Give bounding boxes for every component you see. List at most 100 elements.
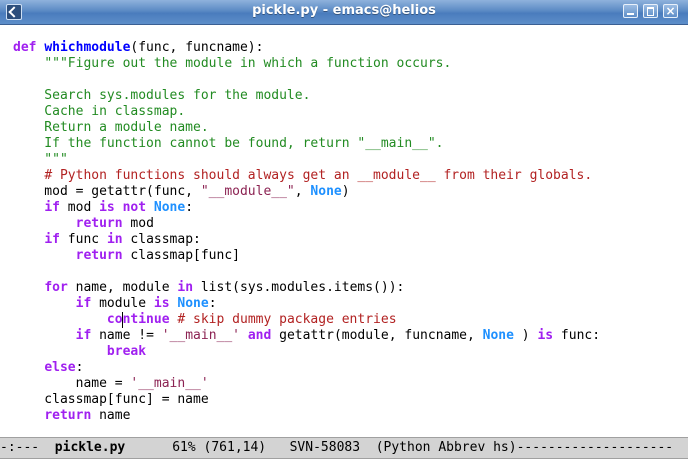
code-token: def	[13, 40, 45, 55]
code-token: None	[482, 328, 514, 343]
code-token: name =	[13, 376, 131, 391]
code-line[interactable]: if module is None:	[13, 296, 600, 312]
code-token: If the function cannot be found, return …	[13, 136, 444, 151]
code-token: :	[208, 296, 217, 311]
code-token: '__main__'	[161, 328, 241, 343]
code-token: is	[537, 328, 554, 343]
code-line[interactable]: return name	[13, 408, 600, 424]
code-token: in	[177, 280, 194, 295]
code-token: (func, funcname):	[130, 40, 264, 55]
code-line[interactable]: If the function cannot be found, return …	[13, 136, 600, 152]
code-line[interactable]: return mod	[13, 216, 600, 232]
code-line[interactable]: name = '__main__'	[13, 376, 600, 392]
code-token: module	[91, 296, 154, 311]
code-token: else	[44, 360, 76, 375]
modeline-fill: --------------------	[516, 440, 674, 455]
code-line[interactable]: def whichmodule(func, funcname):	[13, 40, 600, 56]
code-token: if	[44, 232, 60, 247]
code-line[interactable]: for name, module in list(sys.modules.ite…	[13, 280, 600, 296]
code-token: Return a module name.	[13, 120, 209, 135]
code-line[interactable]: return classmap[func]	[13, 248, 600, 264]
modeline-position: 61% (761,14) SVN-58083 (Python Abbrev hs…	[125, 440, 517, 455]
maximize-icon[interactable]	[643, 4, 658, 18]
code-token: ntinue	[122, 312, 170, 327]
code-token: :	[185, 200, 194, 215]
code-token: return	[75, 248, 123, 263]
code-line[interactable]: classmap[func] = name	[13, 392, 600, 408]
editor-buffer[interactable]: def whichmodule(func, funcname): """Figu…	[0, 25, 688, 435]
code-token: if	[75, 328, 92, 343]
code-token: for	[44, 280, 68, 295]
code-token: :	[75, 360, 84, 375]
code-line[interactable]: Cache in classmap.	[13, 104, 600, 120]
code-token: list(sys.modules.items()):	[193, 280, 405, 295]
code-token: ,	[294, 184, 311, 199]
code-token: is	[153, 296, 170, 311]
emacs-window: pickle.py - emacs@helios × def whichmodu…	[0, 0, 688, 475]
title-bar[interactable]: pickle.py - emacs@helios ×	[0, 0, 688, 25]
code-token: """Figure out the module in which a func…	[44, 56, 452, 71]
code-token: is not	[99, 200, 147, 215]
code-token: # skip dummy package entries	[177, 312, 397, 327]
code-line[interactable]: if func in classmap:	[13, 232, 600, 248]
code-line[interactable]: else:	[13, 360, 600, 376]
code-token: name	[91, 408, 131, 423]
code-line[interactable]: """	[13, 152, 600, 168]
code-line[interactable]: mod = getattr(func, "__module__", None)	[13, 184, 600, 200]
code-token: mod	[59, 200, 100, 215]
minimize-icon[interactable]	[623, 4, 638, 18]
code-token: mod	[122, 216, 154, 231]
code-line[interactable]	[13, 264, 600, 280]
close-icon[interactable]: ×	[663, 4, 678, 18]
code-token: name !=	[91, 328, 162, 343]
code-token: None	[177, 296, 209, 311]
code-line[interactable]: if mod is not None:	[13, 200, 600, 216]
code-line[interactable]: if name != '__main__' and getattr(module…	[13, 328, 600, 344]
code-token: None	[310, 184, 342, 199]
code-token: # Python functions should always get an …	[44, 168, 593, 183]
code-token: break	[106, 344, 147, 359]
code-token: Cache in classmap.	[13, 104, 186, 119]
code-token: return	[44, 408, 92, 423]
code-token: """	[13, 152, 68, 167]
code-token: func	[59, 232, 107, 247]
code-line[interactable]	[13, 72, 600, 88]
code-line[interactable]: # Python functions should always get an …	[13, 168, 600, 184]
code-token: None	[153, 200, 186, 215]
code-token: return	[75, 216, 123, 231]
modeline-status: -:---	[0, 440, 55, 455]
code-token: if	[75, 296, 92, 311]
code-token: func:	[553, 328, 601, 343]
code-token: and	[247, 328, 272, 343]
code-token: )	[513, 328, 538, 343]
code-token: name, module	[67, 280, 178, 295]
code-token: classmap:	[122, 232, 201, 247]
window-title: pickle.py - emacs@helios	[252, 3, 436, 18]
code-line[interactable]: co​ntinue # skip dummy package entries	[13, 312, 600, 328]
minibuffer[interactable]	[0, 459, 688, 475]
code-token: in	[106, 232, 123, 247]
code-token: getattr(module, funcname,	[271, 328, 483, 343]
code-token: classmap[func]	[122, 248, 240, 263]
code-line[interactable]: Search sys.modules for the module.	[13, 88, 600, 104]
code-line[interactable]: """Figure out the module in which a func…	[13, 56, 600, 72]
code-line[interactable]: break	[13, 344, 600, 360]
mode-line: -:--- pickle.py 61% (761,14) SVN-58083 (…	[0, 437, 688, 459]
code-token: classmap[func] = name	[13, 392, 209, 407]
code-area[interactable]: def whichmodule(func, funcname): """Figu…	[13, 40, 600, 424]
code-line[interactable]: Return a module name.	[13, 120, 600, 136]
modeline-buffer-name: pickle.py	[54, 440, 126, 455]
code-token: "__module__"	[200, 184, 295, 199]
